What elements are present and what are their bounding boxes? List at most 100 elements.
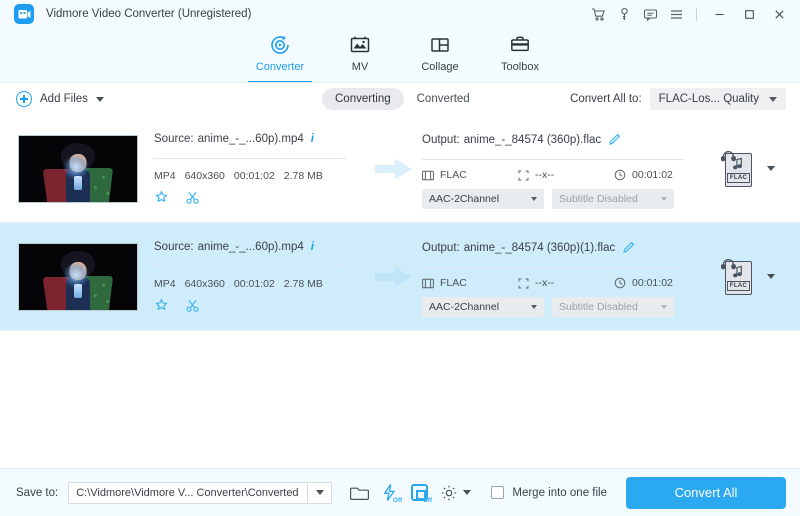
chevron-down-icon[interactable]: [95, 96, 104, 102]
open-folder-button[interactable]: [344, 478, 374, 508]
convert-arrow: [366, 266, 422, 288]
flac-file-icon[interactable]: FLAC: [720, 257, 755, 297]
audio-track-select[interactable]: AAC-2Channel: [422, 297, 544, 317]
merge-checkbox[interactable]: [491, 486, 505, 499]
gpu-acceleration-toggle[interactable]: Off: [404, 478, 434, 508]
edit-magic-icon[interactable]: [154, 190, 169, 205]
chevron-down-icon: [463, 490, 472, 495]
output-duration-label: 00:01:02: [632, 277, 673, 289]
settings-button[interactable]: [434, 478, 477, 508]
tab-toolbox[interactable]: Toolbox: [480, 28, 560, 83]
convert-arrow: [366, 158, 422, 180]
chevron-down-icon: [315, 490, 324, 495]
output-line: Output: anime_-_84574 (360p).flac: [422, 133, 704, 146]
subtitle-track-select[interactable]: Subtitle Disabled: [552, 189, 674, 209]
output-format-badge-column: FLAC: [704, 149, 800, 189]
chevron-down-icon: [661, 305, 667, 309]
close-icon[interactable]: [764, 0, 794, 28]
save-to-label: Save to:: [16, 486, 59, 499]
output-filename: anime_-_84574 (360p).flac: [463, 133, 602, 146]
output-duration-label: 00:01:02: [632, 169, 673, 181]
subtitle-track-select[interactable]: Subtitle Disabled: [552, 297, 674, 317]
audio-track-value: AAC-2Channel: [429, 301, 500, 313]
app-window: Vidmore Video Converter (Unregistered) C…: [0, 0, 800, 516]
output-filename: anime_-_84574 (360p)(1).flac: [463, 241, 616, 254]
merge-into-one-file-group[interactable]: Merge into one file: [491, 486, 607, 499]
output-column: Output: anime_-_84574 (360p)(1).flac FLA…: [422, 223, 704, 317]
audio-track-select[interactable]: AAC-2Channel: [422, 189, 544, 209]
source-meta: MP4 640x360 00:01:02 2.78 MB: [154, 278, 366, 290]
info-icon[interactable]: i: [311, 241, 314, 253]
subtitle-track-value: Subtitle Disabled: [559, 301, 638, 313]
video-thumbnail[interactable]: [18, 134, 138, 203]
output-column: Output: anime_-_84574 (360p).flac FLAC -…: [422, 115, 704, 209]
cart-icon[interactable]: [585, 0, 611, 28]
segment-converted[interactable]: Converted: [404, 88, 483, 110]
source-filename: anime_-_...60p).mp4: [197, 241, 304, 253]
gpu-accel-state: Off: [422, 496, 433, 504]
toolbox-icon: [508, 31, 532, 59]
output-resolution-label: --x--: [535, 169, 555, 181]
collage-icon: [428, 31, 452, 59]
tab-toolbox-label: Toolbox: [501, 61, 539, 73]
edit-pencil-icon[interactable]: [608, 133, 621, 146]
convert-all-button[interactable]: Convert All: [626, 476, 786, 509]
output-meta: FLAC --x-- 00:01:02: [422, 169, 704, 181]
hardware-acceleration-toggle[interactable]: Off: [374, 478, 404, 508]
file-list: Source: anime_-_...60p).mp4 i MP4 640x36…: [0, 115, 800, 467]
subtitle-track-value: Subtitle Disabled: [559, 193, 638, 205]
source-divider: [154, 266, 346, 267]
edit-pencil-icon[interactable]: [622, 241, 635, 254]
meta-resolution: 640x360: [184, 170, 225, 182]
feedback-icon[interactable]: [637, 0, 663, 28]
cut-scissors-icon[interactable]: [185, 190, 200, 205]
audio-track-value: AAC-2Channel: [429, 193, 500, 205]
status-filter-group: Converting Converted: [322, 88, 483, 110]
add-files-button[interactable]: Add Files: [16, 91, 104, 107]
app-logo-icon: [14, 4, 34, 24]
save-to-dropdown[interactable]: [308, 481, 333, 504]
key-icon[interactable]: [611, 0, 637, 28]
tab-collage[interactable]: Collage: [400, 28, 480, 83]
maximize-icon[interactable]: [734, 0, 764, 28]
output-prefix: Output:: [422, 133, 460, 146]
video-thumbnail[interactable]: [18, 242, 138, 311]
info-icon[interactable]: i: [311, 133, 314, 145]
tab-mv[interactable]: MV: [320, 28, 400, 83]
action-bar: Add Files Converting Converted Convert A…: [0, 83, 800, 115]
output-resolution-label: --x--: [535, 277, 555, 289]
hamburger-menu-icon[interactable]: [663, 0, 689, 28]
bottom-bar: Save to: C:\Vidmore\Vidmore V... Convert…: [0, 468, 800, 516]
convert-all-to-group: Convert All to: FLAC-Los... Quality: [570, 88, 786, 110]
title-bar-actions: [585, 0, 800, 28]
edit-magic-icon[interactable]: [154, 298, 169, 313]
flac-badge-label: FLAC: [727, 280, 750, 291]
file-row[interactable]: Source: anime_-_...60p).mp4 i MP4 640x36…: [0, 223, 800, 331]
clock-icon: [614, 277, 626, 289]
save-to-path-input[interactable]: C:\Vidmore\Vidmore V... Converter\Conver…: [68, 481, 309, 504]
file-row[interactable]: Source: anime_-_...60p).mp4 i MP4 640x36…: [0, 115, 800, 223]
output-divider: [422, 267, 684, 268]
output-resolution: --x--: [518, 277, 614, 289]
chevron-down-icon[interactable]: [767, 166, 775, 171]
source-prefix: Source:: [154, 133, 194, 145]
convert-all-to-select[interactable]: FLAC-Los... Quality: [649, 88, 786, 110]
output-track-selects: AAC-2Channel Subtitle Disabled: [422, 297, 704, 317]
output-divider: [422, 159, 684, 160]
flac-file-icon[interactable]: FLAC: [720, 149, 755, 189]
titlebar-divider: [696, 7, 697, 21]
segment-converting[interactable]: Converting: [322, 88, 404, 110]
chevron-down-icon[interactable]: [767, 274, 775, 279]
meta-container: MP4: [154, 278, 176, 290]
cut-scissors-icon[interactable]: [185, 298, 200, 313]
tab-converter[interactable]: Converter: [240, 28, 320, 83]
source-line: Source: anime_-_...60p).mp4 i: [154, 133, 366, 145]
source-column: Source: anime_-_...60p).mp4 i MP4 640x36…: [154, 223, 366, 313]
meta-duration: 00:01:02: [233, 170, 275, 182]
source-line: Source: anime_-_...60p).mp4 i: [154, 241, 366, 253]
minimize-icon[interactable]: [704, 0, 734, 28]
source-tools: [154, 298, 366, 313]
add-files-label: Add Files: [40, 93, 88, 105]
output-format: FLAC: [422, 169, 518, 181]
output-format: FLAC: [422, 277, 518, 289]
